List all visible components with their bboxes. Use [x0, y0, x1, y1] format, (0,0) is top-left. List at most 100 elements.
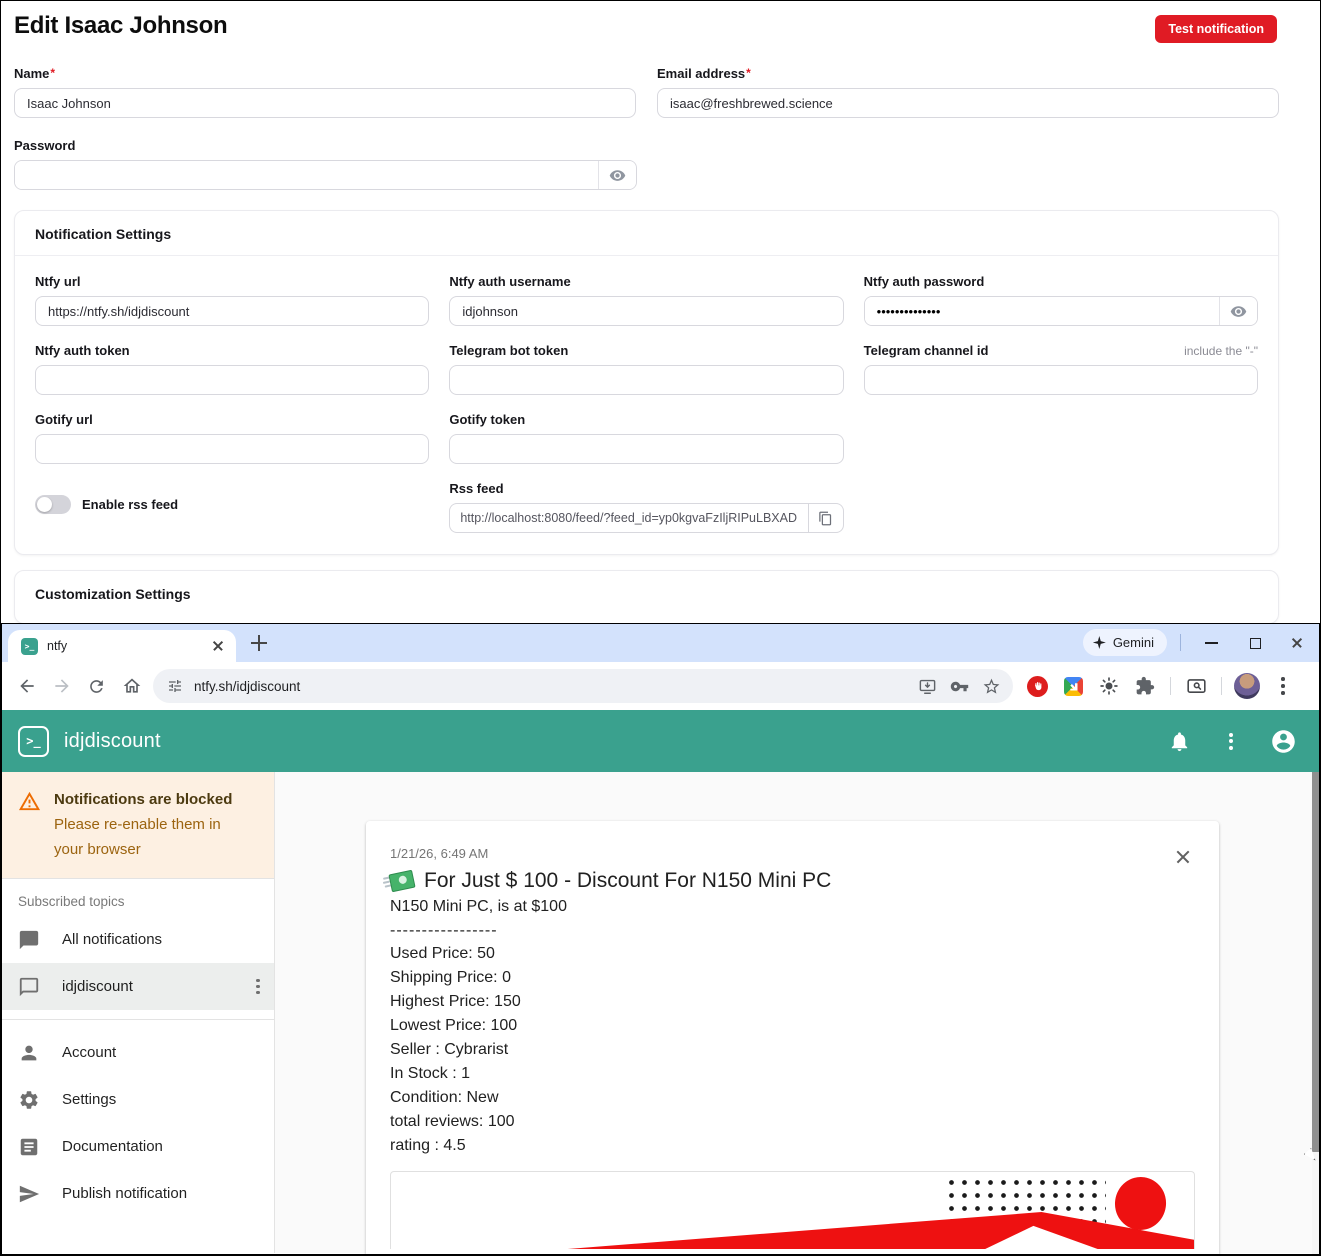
- screenshot-root: Edit Isaac Johnson Test notification Nam…: [0, 0, 1321, 1256]
- gemini-label: Gemini: [1113, 635, 1154, 650]
- telegram-bot-group: Telegram bot token: [449, 343, 843, 395]
- extensions-button[interactable]: [1129, 670, 1161, 702]
- ntfy-password-input[interactable]: [865, 297, 1219, 325]
- ntfy-username-group: Ntfy auth username: [449, 274, 843, 326]
- notification-close-icon[interactable]: [1173, 847, 1193, 867]
- tabstrip-separator: [1180, 634, 1181, 651]
- gemini-button[interactable]: Gemini: [1083, 629, 1167, 656]
- bookmark-button[interactable]: [975, 670, 1007, 702]
- address-bar[interactable]: ntfy.sh/idjdiscount: [153, 669, 1013, 703]
- name-input[interactable]: [14, 88, 636, 118]
- name-email-row: Name* Email address*: [14, 66, 1279, 118]
- ntfy-logo: >_: [18, 726, 49, 757]
- passwords-button[interactable]: [943, 670, 975, 702]
- sidebar-item-publish-notification[interactable]: Publish notification: [2, 1170, 274, 1217]
- ntfy-app-bar: >_ idjdiscount: [2, 710, 1319, 772]
- window-minimize-button[interactable]: [1191, 624, 1231, 662]
- customization-settings-card: Customization Settings: [14, 570, 1279, 624]
- forward-button[interactable]: [44, 669, 79, 704]
- account-button[interactable]: [1263, 721, 1303, 761]
- theme-extension-button[interactable]: [1093, 670, 1125, 702]
- scrollbar-thumb[interactable]: [1312, 772, 1319, 1152]
- sidebar-item-documentation[interactable]: Documentation: [2, 1123, 274, 1170]
- email-field-group: Email address*: [657, 66, 1279, 118]
- toolbar-separator: [1221, 677, 1222, 695]
- gotify-url-label: Gotify url: [35, 412, 429, 427]
- enable-rss-label: Enable rss feed: [82, 497, 178, 512]
- telegram-channel-group: Telegram channel id include the "-": [864, 343, 1258, 395]
- ntfy-token-input[interactable]: [35, 365, 429, 395]
- back-button[interactable]: [9, 669, 44, 704]
- ntfy-password-visibility-button[interactable]: [1219, 297, 1257, 325]
- window-maximize-button[interactable]: [1235, 624, 1275, 662]
- eye-icon: [1230, 303, 1247, 320]
- name-field-group: Name*: [14, 66, 636, 118]
- sidebar-item-label: Documentation: [62, 1138, 260, 1155]
- topic-options-button[interactable]: [256, 979, 260, 995]
- warning-title: Notifications are blocked: [54, 787, 244, 812]
- password-input[interactable]: [15, 161, 598, 189]
- tab-strip: >_ ntfy Gemini: [2, 624, 1319, 662]
- red-circle-graphic: [1112, 1173, 1170, 1233]
- key-icon: [950, 677, 969, 696]
- profile-button[interactable]: [1231, 670, 1263, 702]
- ntfy-token-label: Ntfy auth token: [35, 343, 429, 358]
- enable-rss-toggle[interactable]: [35, 495, 71, 514]
- sidebar-item-account[interactable]: Account: [2, 1029, 274, 1076]
- window-close-button[interactable]: [1277, 624, 1317, 662]
- ntfy-username-input[interactable]: [449, 296, 843, 326]
- adblock-extension-button[interactable]: [1021, 670, 1053, 702]
- account-circle-icon: [1270, 728, 1297, 755]
- topic-title: idjdiscount: [64, 730, 161, 753]
- sidebar-item-settings[interactable]: Settings: [2, 1076, 274, 1123]
- copy-icon: [818, 511, 833, 526]
- sidebar-item-label: All notifications: [62, 931, 260, 948]
- gotify-url-input[interactable]: [35, 434, 429, 464]
- topic-menu-button[interactable]: [1211, 721, 1251, 761]
- email-input[interactable]: [657, 88, 1279, 118]
- gotify-token-input[interactable]: [449, 434, 843, 464]
- test-notification-button[interactable]: Test notification: [1155, 15, 1277, 43]
- new-tab-button[interactable]: [250, 634, 268, 652]
- telegram-channel-input[interactable]: [864, 365, 1258, 395]
- ntfy-password-group: Ntfy auth password: [864, 274, 1258, 326]
- money-with-wings-emoji: [388, 870, 415, 893]
- sidebar-item-all-notifications[interactable]: All notifications: [2, 916, 274, 963]
- url-text: ntfy.sh/idjdiscount: [194, 679, 911, 694]
- sidebar-item-label: Publish notification: [62, 1185, 260, 1202]
- copy-rss-button[interactable]: [808, 503, 844, 533]
- sidebar-item-idjdiscount[interactable]: idjdiscount: [2, 963, 274, 1010]
- gear-icon: [18, 1089, 40, 1111]
- rss-feed-input[interactable]: [449, 503, 807, 533]
- ntfy-username-label: Ntfy auth username: [449, 274, 843, 289]
- rss-feed-label: Rss feed: [449, 481, 843, 496]
- sidebar-item-label: idjdiscount: [62, 978, 234, 995]
- user-editor-panel: Edit Isaac Johnson Test notification Nam…: [1, 2, 1320, 623]
- side-search-button[interactable]: [1180, 670, 1212, 702]
- notification-line: Lowest Price: 100: [390, 1014, 1195, 1038]
- page-scrollbar[interactable]: [1312, 772, 1319, 1254]
- password-visibility-button[interactable]: [598, 161, 636, 189]
- ntfy-main-content: 1/21/26, 6:49 AM For Just $ 100 - Discou…: [275, 772, 1319, 1253]
- site-settings-icon: [167, 678, 183, 694]
- notifications-bell-button[interactable]: [1159, 721, 1199, 761]
- ntfy-url-input[interactable]: [35, 296, 429, 326]
- install-app-button[interactable]: [911, 670, 943, 702]
- browser-menu-button[interactable]: [1267, 670, 1299, 702]
- reload-button[interactable]: [79, 669, 114, 704]
- browser-tab-ntfy[interactable]: >_ ntfy: [8, 630, 236, 662]
- notification-line: Used Price: 50: [390, 942, 1195, 966]
- screenshot-extension-icon: [1064, 677, 1083, 696]
- notification-line: total reviews: 100: [390, 1110, 1195, 1134]
- screenshot-extension-button[interactable]: [1057, 670, 1089, 702]
- star-icon: [982, 677, 1001, 696]
- telegram-bot-input[interactable]: [449, 365, 843, 395]
- back-icon: [17, 676, 37, 696]
- warning-body: Please re-enable them in your browser: [54, 812, 244, 862]
- minimize-icon: [1205, 642, 1218, 644]
- tab-close-icon[interactable]: [210, 638, 226, 654]
- ntfy-password-label: Ntfy auth password: [864, 274, 1258, 289]
- notification-line: Highest Price: 150: [390, 990, 1195, 1014]
- gotify-token-group: Gotify token: [449, 412, 843, 464]
- home-button[interactable]: [114, 669, 149, 704]
